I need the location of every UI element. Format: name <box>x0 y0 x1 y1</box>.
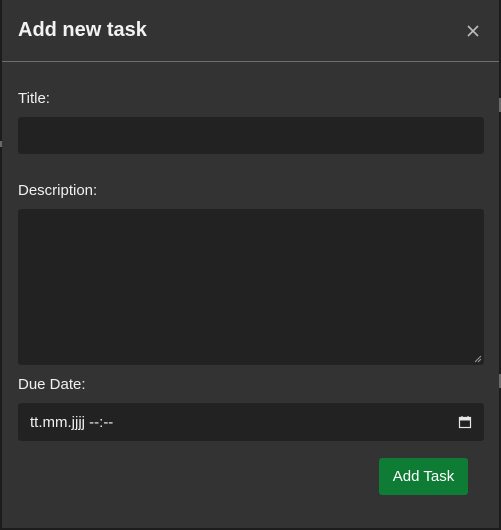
close-icon <box>467 24 479 37</box>
add-task-dialog: Add new task Title: Description: Due Dat… <box>2 0 499 528</box>
title-label: Title: <box>18 90 50 107</box>
description-textarea[interactable] <box>18 209 484 365</box>
resize-grip-icon[interactable] <box>474 355 482 363</box>
dialog-header: Add new task <box>2 0 499 62</box>
title-input[interactable] <box>18 117 484 154</box>
calendar-icon[interactable] <box>458 415 472 429</box>
add-task-button[interactable]: Add Task <box>379 458 468 495</box>
close-button[interactable] <box>463 21 483 41</box>
due-date-value: tt.mm.jjjj --:-- <box>30 413 114 431</box>
due-date-input[interactable]: tt.mm.jjjj --:-- <box>18 403 484 441</box>
due-date-label: Due Date: <box>18 376 86 393</box>
dialog-title: Add new task <box>18 19 147 41</box>
description-label: Description: <box>18 182 98 199</box>
